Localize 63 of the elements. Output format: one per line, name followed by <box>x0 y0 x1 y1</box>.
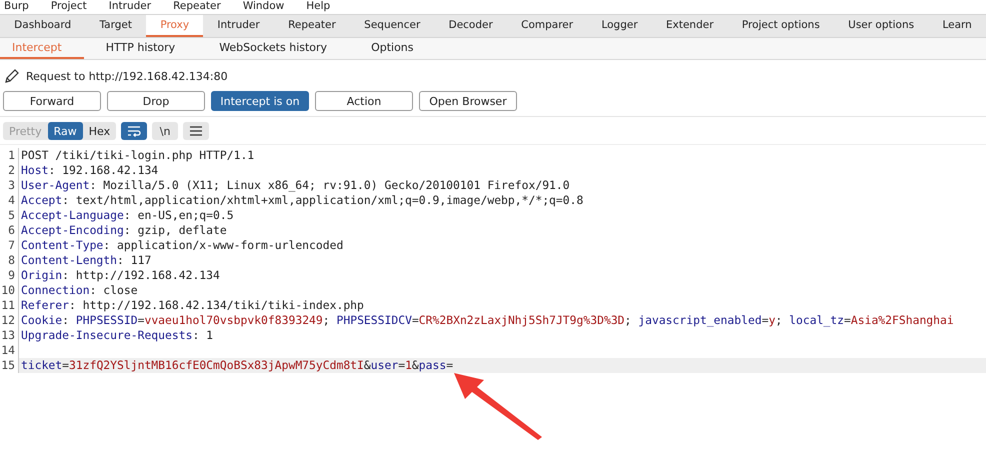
tab[interactable]: Intruder <box>203 15 274 37</box>
code-line: User-Agent: Mozilla/5.0 (X11; Linux x86_64; rv:91.0) Gecko/20100101 Firefox/91.0 <box>21 178 570 192</box>
tab[interactable]: Learn <box>928 15 986 37</box>
pencil-icon <box>4 68 20 84</box>
wrap-icon <box>127 125 142 137</box>
action-button[interactable]: Intercept is on <box>211 91 309 111</box>
code-line: Accept-Encoding: gzip, deflate <box>21 223 227 237</box>
tab[interactable]: Decoder <box>434 15 507 37</box>
view-mode-tab[interactable]: Raw <box>48 122 83 140</box>
request-target-label: Request to http://192.168.42.134:80 <box>26 70 228 82</box>
action-button[interactable]: Drop <box>107 91 205 111</box>
tab[interactable]: Options <box>349 38 436 59</box>
tab[interactable]: Logger <box>587 15 652 37</box>
tab[interactable]: WebSockets history <box>197 38 350 59</box>
code-line: Upgrade-Insecure-Requests: 1 <box>21 328 214 342</box>
line-number: 1 <box>0 148 19 163</box>
code-line: Referer: http://192.168.42.134/tiki/tiki-index.php <box>21 298 364 312</box>
code-line: Accept-Language: en-US,en;q=0.5 <box>21 208 234 222</box>
line-number: 7 <box>0 238 19 253</box>
code-line: Cookie: PHPSESSID=vvaeu1hol70vsbpvk0f8393249; PHPSESSIDCV=CR%2BXn2zLaxjNhj5Sh7JT9g%3D%3D; javascript_enabled=y; local_tz=Asia%2FShanghai <box>21 313 954 327</box>
line-number: 9 <box>0 268 19 283</box>
line-number: 10 <box>0 283 19 298</box>
tab[interactable]: Comparer <box>506 15 588 37</box>
action-button[interactable]: Action <box>315 91 413 111</box>
code-line: Content-Length: 117 <box>21 253 152 267</box>
code-line: Host: 192.168.42.134 <box>21 163 158 177</box>
menu-item[interactable]: Help <box>306 0 330 13</box>
code-line: Content-Type: application/x-www-form-urlencoded <box>21 238 344 252</box>
line-number: 11 <box>0 298 19 313</box>
menu-icon <box>190 126 202 136</box>
code-line: Connection: close <box>21 283 138 297</box>
tab[interactable]: Repeater <box>274 15 350 37</box>
menu-item[interactable]: Window <box>242 0 284 13</box>
line-number: 6 <box>0 223 19 238</box>
tab[interactable]: Sequencer <box>350 15 434 37</box>
line-number: 8 <box>0 253 19 268</box>
line-number: 4 <box>0 193 19 208</box>
tab[interactable]: Extender <box>652 15 728 37</box>
newline-button[interactable]: \n <box>152 122 178 140</box>
menu-item[interactable]: Repeater <box>173 0 221 13</box>
line-number: 13 <box>0 328 19 343</box>
code-line: POST /tiki/tiki-login.php HTTP/1.1 <box>21 148 254 162</box>
menu-item[interactable]: Burp <box>4 0 29 13</box>
code-line: Accept: text/html,application/xhtml+xml,application/xml;q=0.9,image/webp,*/*;q=0.8 <box>21 193 584 207</box>
menu-item[interactable]: Intruder <box>108 0 152 13</box>
code-line: ticket=31zfQ2YSljntMB16cfE0CmQoBSx83jApwM75yCdm8tI&user=1&pass= <box>21 358 454 372</box>
action-button[interactable]: Forward <box>3 91 101 111</box>
tab[interactable]: HTTP history <box>84 38 198 59</box>
menu-item[interactable]: Project <box>50 0 87 13</box>
tab[interactable]: Dashboard <box>0 15 86 37</box>
tab[interactable]: Project options <box>728 15 834 37</box>
tab[interactable]: User options <box>834 15 928 37</box>
code-line: Origin: http://192.168.42.134 <box>21 268 220 282</box>
word-wrap-button[interactable] <box>121 122 148 140</box>
view-mode-tab[interactable]: Hex <box>82 122 116 140</box>
line-number: 5 <box>0 208 19 223</box>
tab[interactable]: Target <box>85 15 146 37</box>
line-number: 14 <box>0 343 19 358</box>
line-number: 3 <box>0 178 19 193</box>
line-number: 12 <box>0 313 19 328</box>
line-number: 2 <box>0 163 19 178</box>
menu-button[interactable] <box>183 122 210 140</box>
action-button[interactable]: Open Browser <box>419 91 517 111</box>
